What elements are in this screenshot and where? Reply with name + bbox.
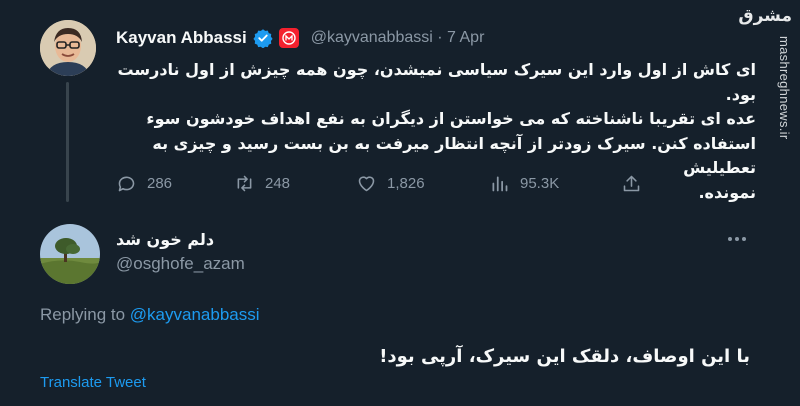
tweet-screenshot: مشرق mashreghnews.ir Kayvan Abbassi @kay… xyxy=(0,0,800,406)
replying-to-line: Replying to @kayvanabbassi xyxy=(40,305,260,325)
verified-icon xyxy=(253,28,273,49)
more-icon xyxy=(728,237,746,241)
reply-text: با این اوصاف، دلقک این سیرک، آرپی بود! xyxy=(379,346,750,367)
main-tweet-header: Kayvan Abbassi @kayvanabbassi · 7 Apr xyxy=(116,26,484,50)
replying-to-handle-link[interactable]: @kayvanabbassi xyxy=(130,305,260,324)
like-count: 1,826 xyxy=(387,174,425,192)
views-icon xyxy=(492,176,508,191)
tweet-action-bar: 286 248 1,826 95.3K xyxy=(116,170,656,196)
like-icon xyxy=(358,175,375,191)
reply-button[interactable]: 286 xyxy=(116,170,172,196)
views-button[interactable]: 95.3K xyxy=(489,170,559,196)
retweet-button[interactable]: 248 xyxy=(234,170,290,196)
tweet-date[interactable]: 7 Apr xyxy=(447,29,484,46)
main-handle-date[interactable]: @kayvanabbassi · 7 Apr xyxy=(311,29,485,47)
main-author-name[interactable]: Kayvan Abbassi xyxy=(116,28,247,48)
reply-avatar[interactable] xyxy=(40,224,100,284)
badge-m-icon xyxy=(278,28,299,48)
reply-icon xyxy=(118,176,135,191)
main-tweet-avatar[interactable] xyxy=(40,20,96,76)
thread-connector-line xyxy=(66,82,69,202)
like-button[interactable]: 1,826 xyxy=(356,170,425,196)
header-separator: · xyxy=(437,29,443,46)
views-count: 95.3K xyxy=(520,174,560,192)
brand-logo-word: مشرق xyxy=(738,6,792,26)
reply-author-name[interactable]: دلم خون شد xyxy=(116,230,214,249)
retweet-icon xyxy=(237,175,252,191)
reply-author-handle[interactable]: @osghofe_azam xyxy=(116,254,245,274)
more-options-button[interactable] xyxy=(722,228,752,250)
retweet-count: 248 xyxy=(265,174,291,192)
reply-count: 286 xyxy=(147,174,173,192)
brand-site-url: mashreghnews.ir xyxy=(777,36,792,140)
brand-watermark: مشرق mashreghnews.ir xyxy=(738,0,800,406)
replying-to-label: Replying to xyxy=(40,305,126,324)
tweet-text-line: عده ای تقریبا ناشناخته که می خواستن از د… xyxy=(146,109,756,128)
main-author-handle[interactable]: @kayvanabbassi xyxy=(311,29,433,46)
tweet-text-line: ای کاش از اول وارد این سیرک سیاسی نمیشدن… xyxy=(117,60,756,104)
share-icon xyxy=(623,175,640,191)
translate-tweet-link[interactable]: Translate Tweet xyxy=(40,374,146,391)
share-button[interactable] xyxy=(621,170,642,196)
